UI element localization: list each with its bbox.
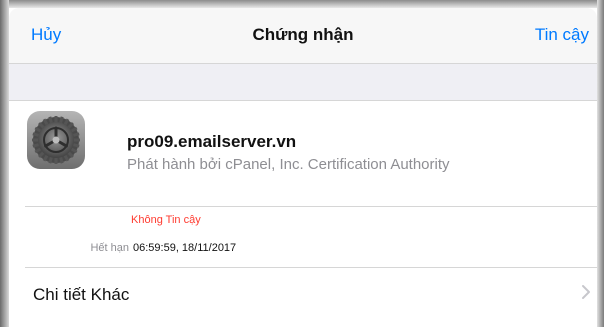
divider (25, 206, 597, 207)
certificate-summary: pro09.emailserver.vn Phát hành bởi cPane… (9, 101, 597, 209)
section-spacer (9, 64, 597, 101)
expires-label: Hết hạn (90, 242, 129, 254)
certificate-sheet: Hủy Chứng nhận Tin cậy pro09.emailserver… (9, 8, 597, 327)
certificate-issuer: Phát hành bởi cPanel, Inc. Certification… (127, 156, 450, 173)
backdrop-edge (0, 0, 9, 327)
trust-status-label: Không Tin cậy (131, 214, 201, 226)
page-title: Chứng nhận (252, 25, 354, 44)
settings-gear-icon (27, 111, 85, 169)
certificate-name: pro09.emailserver.vn (127, 132, 297, 151)
more-details-label: Chi tiết Khác (33, 285, 130, 304)
backdrop-edge (597, 0, 604, 327)
expires-value: 06:59:59, 18/11/2017 (133, 242, 237, 254)
certificate-details: Không Tin cậy Hết hạn 06:59:59, 18/11/20… (9, 209, 597, 267)
backdrop-edge (0, 0, 604, 8)
chevron-right-icon (582, 285, 590, 299)
screen: Hủy Chứng nhận Tin cậy pro09.emailserver… (0, 0, 604, 327)
trust-button[interactable]: Tin cậy (535, 25, 589, 45)
more-details-row[interactable]: Chi tiết Khác (9, 268, 597, 320)
navigation-bar: Hủy Chứng nhận Tin cậy (9, 8, 597, 64)
